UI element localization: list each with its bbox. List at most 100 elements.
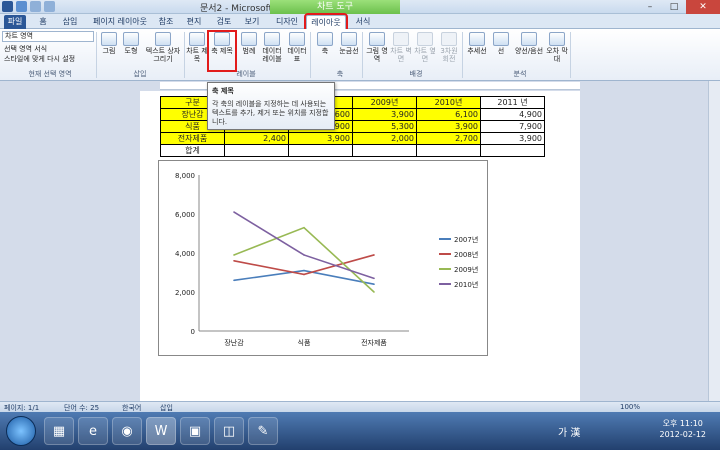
- title-bar: 문서2 - Microsoft Word 차트 도구 – □ ✕: [0, 0, 720, 14]
- zoom-level[interactable]: 100%: [620, 403, 640, 411]
- axes-icon: [317, 32, 333, 46]
- word-taskbar-icon[interactable]: W: [146, 417, 176, 445]
- undo-icon[interactable]: [30, 1, 41, 12]
- legend-button[interactable]: 범례: [238, 32, 260, 55]
- minimize-button[interactable]: –: [638, 0, 662, 14]
- close-button[interactable]: ✕: [686, 0, 720, 14]
- data-point: [303, 254, 305, 256]
- vertical-scrollbar[interactable]: [708, 81, 720, 401]
- format-selection-button[interactable]: 선택 영역 서식: [4, 44, 47, 54]
- tab-mailings[interactable]: 편지: [182, 15, 206, 29]
- redo-icon[interactable]: [44, 1, 55, 12]
- table-cell[interactable]: 3,900: [352, 108, 417, 121]
- tab-review[interactable]: 검토: [212, 15, 236, 29]
- lines-button[interactable]: 선: [490, 32, 512, 55]
- table-cell[interactable]: 4,900: [480, 108, 545, 121]
- table-cell[interactable]: 2,700: [416, 132, 481, 145]
- tab-file[interactable]: 파일: [4, 15, 26, 29]
- data-point: [233, 260, 235, 262]
- status-bar: 페이지: 1/1 단어 수: 25 한국어 삽입 100%: [0, 401, 720, 412]
- ime-indicator[interactable]: 가 漢: [558, 424, 580, 439]
- group-label-current-selection: 현재 선택 영역: [28, 70, 72, 78]
- tooltip-title: 축 제목: [212, 87, 234, 95]
- axes-button[interactable]: 축: [314, 32, 336, 55]
- firefox-icon[interactable]: ◉: [112, 417, 142, 445]
- y-tick-label: 8,000: [175, 172, 195, 180]
- x-tick-label: 식품: [298, 338, 311, 347]
- table-cell[interactable]: 5,300: [352, 120, 417, 133]
- table-cell[interactable]: [416, 144, 481, 157]
- ribbon-tabs: 파일 홈 삽입 페이지 레이아웃 참조 편지 검토 보기 디자인 레이아웃 서식: [0, 13, 720, 31]
- chart-floor-button[interactable]: 차트 옆면: [414, 32, 436, 63]
- start-button[interactable]: [6, 416, 36, 446]
- chart-floor-icon: [417, 32, 433, 46]
- tab-view[interactable]: 보기: [240, 15, 264, 29]
- legend-label: 2010년: [454, 280, 478, 289]
- table-cell[interactable]: [288, 144, 353, 157]
- save-icon[interactable]: [16, 1, 27, 12]
- clock-date: 2012-02-12: [659, 430, 707, 439]
- table-cell[interactable]: 2,400: [224, 132, 289, 145]
- chart-title-icon: [189, 32, 205, 46]
- tab-design[interactable]: 디자인: [272, 15, 302, 29]
- chart-elements-dropdown[interactable]: 차트 영역: [2, 31, 94, 42]
- chart-title-button[interactable]: 차트 제목: [186, 32, 208, 63]
- data-labels-button[interactable]: 데이터 레이블: [260, 32, 284, 63]
- picture-button[interactable]: 그림: [98, 32, 120, 55]
- 3d-rotation-button[interactable]: 3차원 회전: [438, 32, 460, 63]
- table-cell[interactable]: [352, 144, 417, 157]
- table-cell[interactable]: 전자제품: [160, 132, 225, 145]
- table-cell[interactable]: 2009년: [352, 96, 417, 109]
- data-table-icon: [289, 32, 305, 46]
- line-chart[interactable]: 0 2,000 4,000 6,000 8,000 장난감 식품 전자제품 2007년 2008년…: [158, 160, 488, 356]
- shapes-button[interactable]: 도형: [120, 32, 142, 55]
- updown-bars-button[interactable]: 양선/음선: [514, 32, 544, 55]
- tab-page-layout[interactable]: 페이지 레이아웃: [86, 15, 154, 29]
- legend-label: 2008년: [454, 250, 478, 259]
- gridlines-button[interactable]: 눈금선: [338, 32, 360, 55]
- ribbon: 차트 영역 선택 영역 서식 스타일에 맞게 다시 설정 현재 선택 영역 그림…: [0, 29, 720, 81]
- chart-wall-button[interactable]: 차트 벽면: [390, 32, 412, 63]
- axis-title-icon: [214, 32, 230, 46]
- data-point: [373, 254, 375, 256]
- data-point: [233, 211, 235, 213]
- tab-references[interactable]: 참조: [154, 15, 178, 29]
- axis-title-button[interactable]: 축 제목: [207, 30, 237, 72]
- data-point: [373, 283, 375, 285]
- tab-layout[interactable]: 레이아웃: [304, 13, 348, 31]
- app-icon-2[interactable]: ◫: [214, 417, 244, 445]
- maximize-button[interactable]: □: [662, 0, 686, 14]
- table-row: 전자제품 2,400 3,900 2,000 2,700 3,900: [160, 132, 545, 145]
- table-cell[interactable]: 2,000: [352, 132, 417, 145]
- tab-insert[interactable]: 삽입: [58, 15, 82, 29]
- trendline-button[interactable]: 추세선: [466, 32, 488, 55]
- reset-style-button[interactable]: 스타일에 맞게 다시 설정: [4, 54, 75, 64]
- data-point: [303, 273, 305, 276]
- plot-area-button[interactable]: 그림 영역: [366, 32, 388, 63]
- error-bars-button[interactable]: 오차 막대: [546, 32, 568, 63]
- table-cell[interactable]: 3,900: [480, 132, 545, 145]
- table-cell[interactable]: [224, 144, 289, 157]
- table-cell[interactable]: 7,900: [480, 120, 545, 133]
- table-cell[interactable]: 2011 년: [480, 96, 545, 109]
- table-cell[interactable]: 2010년: [416, 96, 481, 109]
- table-cell[interactable]: 3,900: [288, 132, 353, 145]
- internet-explorer-icon[interactable]: e: [78, 417, 108, 445]
- table-cell[interactable]: [480, 144, 545, 157]
- paint-icon[interactable]: ✎: [248, 417, 278, 445]
- data-table-button[interactable]: 데이터 표: [286, 32, 308, 63]
- tab-home[interactable]: 홈: [32, 15, 54, 29]
- series-line: [233, 226, 375, 293]
- word-icon[interactable]: [2, 1, 13, 12]
- table-cell[interactable]: 합계: [160, 144, 225, 157]
- tooltip-body: 각 축의 레이블을 지정하는 데 사용되는 텍스트를 추가, 제거 또는 위치를…: [212, 100, 329, 126]
- table-cell[interactable]: 3,900: [416, 120, 481, 133]
- y-tick-label: 2,000: [175, 289, 195, 297]
- table-cell[interactable]: 6,100: [416, 108, 481, 121]
- explorer-icon[interactable]: ▦: [44, 417, 74, 445]
- textbox-button[interactable]: 텍스트 상자 그리기: [144, 32, 182, 63]
- data-point: [303, 226, 305, 229]
- tab-format[interactable]: 서식: [350, 15, 376, 29]
- clock[interactable]: 오후 11:10 2012-02-12: [660, 418, 707, 440]
- app-icon[interactable]: ▣: [180, 417, 210, 445]
